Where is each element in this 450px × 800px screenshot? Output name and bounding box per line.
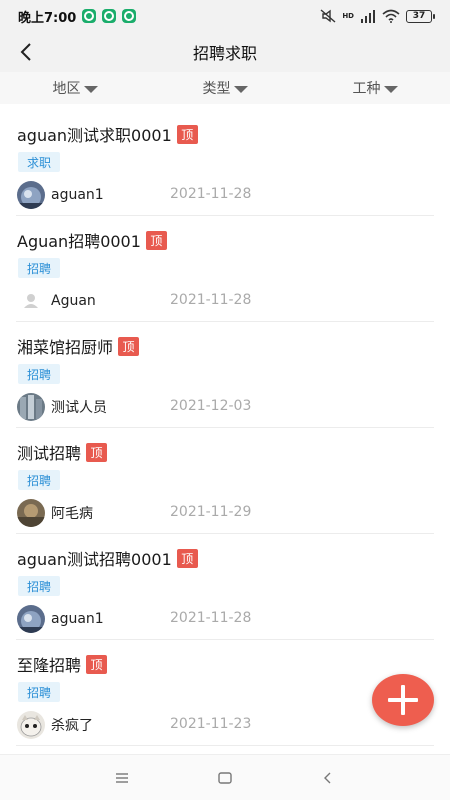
list-item[interactable]: aguan测试招聘0001 顶 招聘 aguan1 2021-11-28: [16, 534, 434, 640]
author-row: 阿毛病: [17, 499, 93, 527]
pinned-badge: 顶: [86, 654, 108, 674]
page-title: 招聘求职: [192, 44, 257, 63]
wifi-icon: [382, 9, 400, 23]
pinned-badge: 顶: [118, 336, 140, 356]
filter-region[interactable]: 地区: [0, 78, 150, 98]
author-row: Aguan: [17, 287, 96, 315]
header: 招聘求职: [0, 32, 450, 72]
filter-job-category[interactable]: 工种: [300, 78, 450, 98]
item-title-row: aguan测试招聘0001 顶: [17, 546, 198, 570]
post-date: 2021-11-23: [170, 716, 252, 732]
status-time: 晚上7:00: [18, 10, 77, 26]
avatar[interactable]: [17, 499, 45, 527]
filter-label: 类型: [202, 81, 231, 97]
item-title-row: 湘菜馆招厨师 顶: [17, 334, 140, 358]
back-arrow-icon: [20, 43, 31, 61]
app-notification-icon: [82, 9, 97, 23]
filter-type[interactable]: 类型: [150, 78, 300, 98]
post-list: aguan测试求职0001 顶 求职 aguan1 2021-11-28 Agu…: [0, 110, 450, 746]
post-type-tag: 招聘: [18, 576, 61, 596]
post-title: 至隆招聘: [17, 656, 82, 675]
item-title-row: 测试招聘 顶: [17, 440, 108, 464]
avatar[interactable]: [17, 711, 45, 739]
author-name: 阿毛病: [51, 506, 93, 522]
filter-label: 地区: [52, 81, 81, 97]
caret-down-icon: [83, 85, 98, 93]
post-date: 2021-11-29: [170, 504, 252, 520]
author-row: aguan1: [17, 605, 104, 633]
post-title: aguan测试招聘0001: [17, 550, 172, 569]
author-name: aguan1: [51, 611, 104, 627]
post-title: Aguan招聘0001: [17, 232, 141, 251]
caret-down-icon: [233, 85, 248, 93]
add-post-button[interactable]: [372, 674, 434, 726]
post-date: 2021-11-28: [170, 292, 252, 308]
system-nav-bar: [0, 754, 450, 800]
avatar[interactable]: [17, 181, 45, 209]
item-title-row: 至隆招聘 顶: [17, 652, 108, 676]
post-date: 2021-11-28: [170, 186, 252, 202]
item-title-row: Aguan招聘0001 顶: [17, 228, 167, 252]
status-bar: 晚上7:00 HD 37: [0, 0, 450, 32]
pinned-badge: 顶: [145, 230, 167, 250]
mute-icon: [320, 9, 336, 23]
app-notification-icon: [122, 9, 137, 23]
back-button[interactable]: [14, 40, 38, 64]
post-title: aguan测试求职0001: [17, 126, 172, 145]
post-date: 2021-11-28: [170, 610, 252, 626]
wechat-notification-icon: [102, 9, 117, 23]
home-icon: [218, 771, 232, 784]
menu-button[interactable]: [107, 763, 137, 793]
plus-icon: [388, 685, 418, 715]
network-label: HD: [342, 12, 354, 20]
author-name: 测试人员: [51, 400, 107, 416]
author-row: aguan1: [17, 181, 104, 209]
home-button[interactable]: [210, 763, 240, 793]
post-type-tag: 招聘: [18, 470, 61, 490]
pinned-badge: 顶: [176, 548, 198, 568]
item-title-row: aguan测试求职0001 顶: [17, 122, 198, 146]
post-type-tag: 招聘: [18, 682, 61, 702]
post-type-tag: 招聘: [18, 258, 61, 278]
menu-icon: [115, 772, 128, 783]
filter-label: 工种: [352, 81, 381, 97]
post-type-tag: 求职: [18, 152, 61, 172]
list-item[interactable]: aguan测试求职0001 顶 求职 aguan1 2021-11-28: [16, 110, 434, 216]
author-name: 杀疯了: [51, 718, 93, 734]
author-name: aguan1: [51, 187, 104, 203]
list-item[interactable]: 湘菜馆招厨师 顶 招聘 测试人员 2021-12-03: [16, 322, 434, 428]
pinned-badge: 顶: [86, 442, 108, 462]
author-name: Aguan: [51, 293, 96, 309]
list-item[interactable]: 至隆招聘 顶 招聘 杀疯了 2021-11-23: [16, 640, 434, 746]
system-back-button[interactable]: [313, 763, 343, 793]
battery-icon: 37: [406, 9, 435, 23]
avatar[interactable]: [17, 605, 45, 633]
post-title: 湘菜馆招厨师: [17, 338, 114, 357]
back-icon: [324, 772, 331, 783]
post-date: 2021-12-03: [170, 398, 252, 414]
list-item[interactable]: Aguan招聘0001 顶 招聘 Aguan 2021-11-28: [16, 216, 434, 322]
post-title: 测试招聘: [17, 444, 82, 463]
caret-down-icon: [383, 85, 398, 93]
status-indicators: HD 37: [320, 9, 435, 23]
filter-bar: 地区 类型 工种: [0, 72, 450, 104]
signal-icon: [361, 9, 375, 23]
pinned-badge: 顶: [176, 124, 198, 144]
post-type-tag: 招聘: [18, 364, 61, 384]
avatar[interactable]: [17, 287, 45, 315]
list-item[interactable]: 测试招聘 顶 招聘 阿毛病 2021-11-29: [16, 428, 434, 534]
author-row: 测试人员: [17, 393, 107, 421]
avatar[interactable]: [17, 393, 45, 421]
author-row: 杀疯了: [17, 711, 93, 739]
